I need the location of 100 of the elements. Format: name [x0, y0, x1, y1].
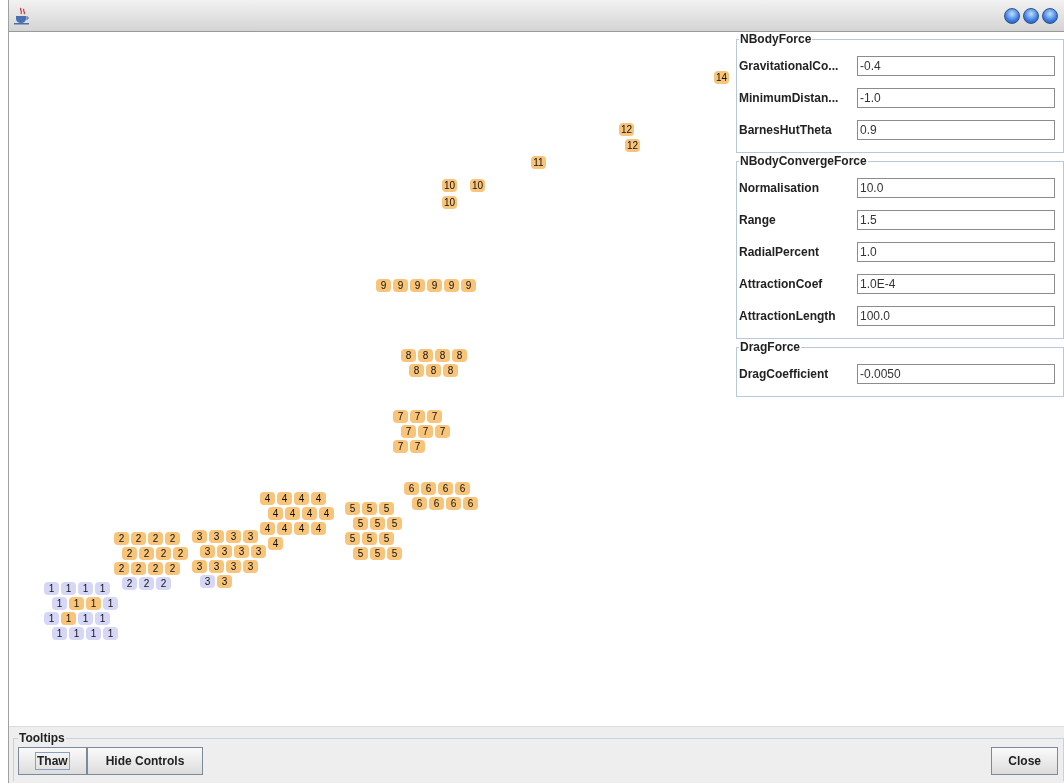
graph-node[interactable]: 8 — [418, 349, 433, 362]
graph-node[interactable]: 9 — [461, 279, 476, 292]
close-button[interactable]: Close — [991, 747, 1058, 775]
graph-node[interactable]: 4 — [277, 522, 292, 535]
graph-node[interactable]: 3 — [200, 575, 215, 588]
input-field[interactable]: 100.0 — [857, 306, 1055, 326]
graph-node[interactable]: 14 — [714, 71, 730, 84]
graph-node[interactable]: 3 — [226, 560, 241, 573]
graph-node[interactable]: 9 — [410, 279, 425, 292]
graph-node[interactable]: 5 — [387, 547, 402, 560]
input-field[interactable]: 10.0 — [857, 178, 1055, 198]
graph-node[interactable]: 6 — [463, 497, 478, 510]
graph-node[interactable]: 4 — [268, 537, 283, 550]
graph-node[interactable]: 1 — [95, 582, 110, 595]
graph-node[interactable]: 5 — [362, 532, 377, 545]
graph-node[interactable]: 4 — [268, 507, 283, 520]
graph-node[interactable]: 7 — [410, 440, 425, 453]
graph-node[interactable]: 9 — [376, 279, 391, 292]
graph-node[interactable]: 2 — [122, 577, 137, 590]
graph-node[interactable]: 1 — [52, 627, 67, 640]
graph-node[interactable]: 5 — [345, 532, 360, 545]
graph-node[interactable]: 7 — [410, 410, 425, 423]
graph-node[interactable]: 7 — [418, 425, 433, 438]
graph-node[interactable]: 1 — [95, 612, 110, 625]
graph-node[interactable]: 5 — [387, 517, 402, 530]
graph-node[interactable]: 4 — [311, 492, 326, 505]
graph-node[interactable]: 5 — [345, 502, 360, 515]
graph-node[interactable]: 5 — [353, 547, 368, 560]
window-button[interactable] — [1042, 7, 1058, 24]
graph-node[interactable]: 2 — [131, 562, 146, 575]
graph-node[interactable]: 9 — [393, 279, 408, 292]
graph-node[interactable]: 4 — [294, 522, 309, 535]
graph-node[interactable]: 5 — [370, 517, 385, 530]
input-field[interactable]: -0.0050 — [857, 364, 1055, 384]
graph-node[interactable]: 6 — [412, 497, 427, 510]
graph-node[interactable]: 1 — [69, 627, 84, 640]
graph-node[interactable]: 2 — [114, 532, 129, 545]
graph-node[interactable]: 9 — [444, 279, 459, 292]
graph-node[interactable]: 10 — [442, 179, 458, 192]
graph-node[interactable]: 7 — [393, 440, 408, 453]
graph-node[interactable]: 4 — [277, 492, 292, 505]
graph-node[interactable]: 6 — [438, 482, 453, 495]
graph-node[interactable]: 8 — [426, 364, 441, 377]
toggle-button[interactable]: Hide Controls — [86, 747, 204, 775]
graph-node[interactable]: 7 — [435, 425, 450, 438]
graph-node[interactable]: 3 — [251, 545, 266, 558]
graph-node[interactable]: 12 — [625, 139, 641, 152]
graph-node[interactable]: 1 — [86, 627, 101, 640]
graph-node[interactable]: 4 — [302, 507, 317, 520]
graph-node[interactable]: 3 — [226, 530, 241, 543]
input-field[interactable]: 1.0 — [857, 242, 1055, 262]
graph-node[interactable]: 2 — [148, 532, 163, 545]
graph-node[interactable]: 8 — [401, 349, 416, 362]
graph-node[interactable]: 2 — [139, 547, 154, 560]
graph-node[interactable]: 2 — [165, 532, 180, 545]
graph-node[interactable]: 12 — [619, 123, 635, 136]
graph-node[interactable]: 3 — [192, 560, 207, 573]
input-field[interactable]: -0.4 — [857, 56, 1055, 76]
graph-node[interactable]: 3 — [209, 560, 224, 573]
graph-node[interactable]: 7 — [427, 410, 442, 423]
graph-node[interactable]: 1 — [86, 597, 101, 610]
graph-node[interactable]: 4 — [260, 522, 275, 535]
graph-node[interactable]: 4 — [319, 507, 334, 520]
graph-node[interactable]: 2 — [122, 547, 137, 560]
graph-node[interactable]: 6 — [429, 497, 444, 510]
input-field[interactable]: 1.5 — [857, 210, 1055, 230]
graph-node[interactable]: 1 — [61, 582, 76, 595]
graph-node[interactable]: 1 — [52, 597, 67, 610]
graph-node[interactable]: 2 — [131, 532, 146, 545]
graph-node[interactable]: 6 — [455, 482, 470, 495]
graph-node[interactable]: 6 — [404, 482, 419, 495]
graph-node[interactable]: 1 — [78, 582, 93, 595]
graph-node[interactable]: 4 — [285, 507, 300, 520]
graph-node[interactable]: 5 — [379, 532, 394, 545]
graph-node[interactable]: 5 — [362, 502, 377, 515]
graph-node[interactable]: 5 — [370, 547, 385, 560]
graph-node[interactable]: 1 — [44, 612, 59, 625]
graph-node[interactable]: 2 — [139, 577, 154, 590]
graph-node[interactable]: 3 — [217, 545, 232, 558]
graph-node[interactable]: 2 — [165, 562, 180, 575]
graph-node[interactable]: 3 — [243, 530, 258, 543]
graph-node[interactable]: 5 — [353, 517, 368, 530]
graph-node[interactable]: 1 — [44, 582, 59, 595]
graph-node[interactable]: 8 — [443, 364, 458, 377]
graph-node[interactable]: 4 — [294, 492, 309, 505]
graph-node[interactable]: 3 — [209, 530, 224, 543]
graph-node[interactable]: 2 — [148, 562, 163, 575]
graph-node[interactable]: 3 — [192, 530, 207, 543]
graph-node[interactable]: 6 — [446, 497, 461, 510]
graph-node[interactable]: 4 — [260, 492, 275, 505]
graph-node[interactable]: 1 — [78, 612, 93, 625]
toggle-button[interactable]: Thaw — [18, 747, 87, 775]
graph-node[interactable]: 11 — [531, 156, 546, 169]
graph-node[interactable]: 10 — [470, 179, 486, 192]
graph-node[interactable]: 2 — [156, 547, 171, 560]
graph-node[interactable]: 7 — [393, 410, 408, 423]
input-field[interactable]: -1.0 — [857, 88, 1055, 108]
graph-node[interactable]: 3 — [200, 545, 215, 558]
graph-node[interactable]: 8 — [435, 349, 450, 362]
graph-node[interactable]: 3 — [217, 575, 232, 588]
